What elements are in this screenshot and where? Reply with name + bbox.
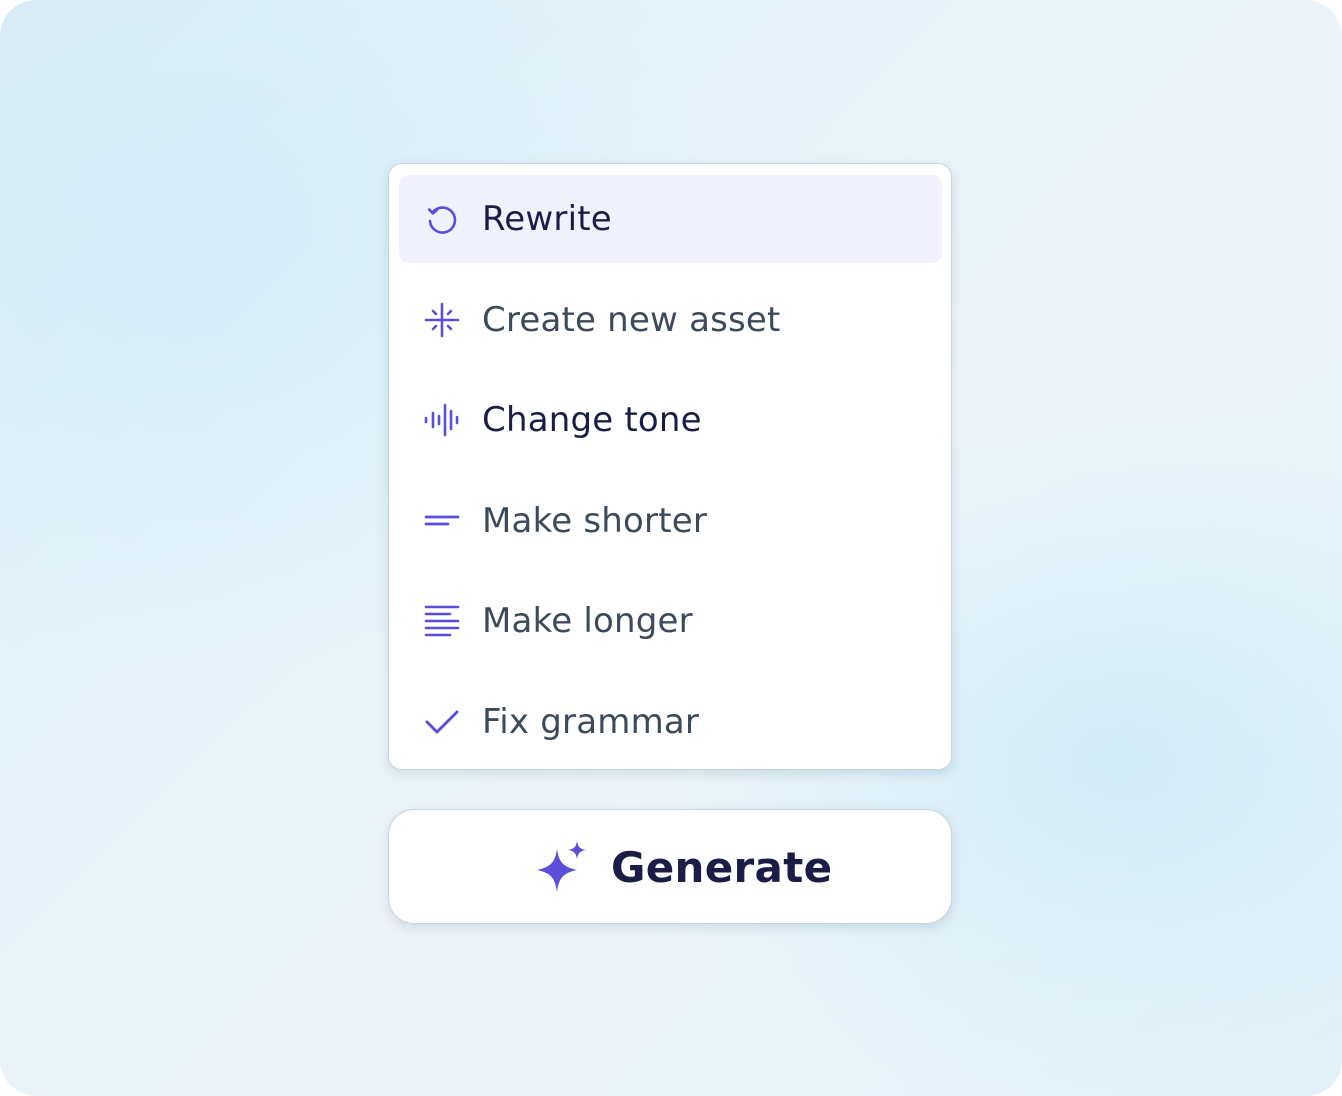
audio-wave-icon <box>424 402 460 438</box>
menu-item-label: Create new asset <box>482 300 781 340</box>
menu-item-make-shorter[interactable]: Make shorter <box>399 477 942 565</box>
generate-button[interactable]: Generate <box>388 809 952 924</box>
menu-item-label: Rewrite <box>482 199 612 239</box>
background-canvas: Rewrite Create new asset Change tone Mak… <box>0 0 1342 1096</box>
sparkles-icon <box>533 838 591 896</box>
sparkle-burst-icon <box>424 302 460 338</box>
menu-item-fix-grammar[interactable]: Fix grammar <box>399 678 942 766</box>
menu-item-change-tone[interactable]: Change tone <box>399 376 942 464</box>
menu-item-label: Change tone <box>482 400 702 440</box>
menu-item-label: Make shorter <box>482 501 708 541</box>
menu-item-create-new-asset[interactable]: Create new asset <box>399 276 942 364</box>
generate-label: Generate <box>611 843 833 892</box>
menu-item-make-longer[interactable]: Make longer <box>399 577 942 665</box>
menu-item-label: Fix grammar <box>482 702 700 742</box>
checkmark-icon <box>424 704 460 740</box>
menu-item-label: Make longer <box>482 601 693 641</box>
rewrite-icon <box>424 201 460 237</box>
short-lines-icon <box>424 503 460 539</box>
menu-item-rewrite[interactable]: Rewrite <box>399 175 942 263</box>
ai-actions-menu: Rewrite Create new asset Change tone Mak… <box>388 163 952 770</box>
long-lines-icon <box>424 603 460 639</box>
